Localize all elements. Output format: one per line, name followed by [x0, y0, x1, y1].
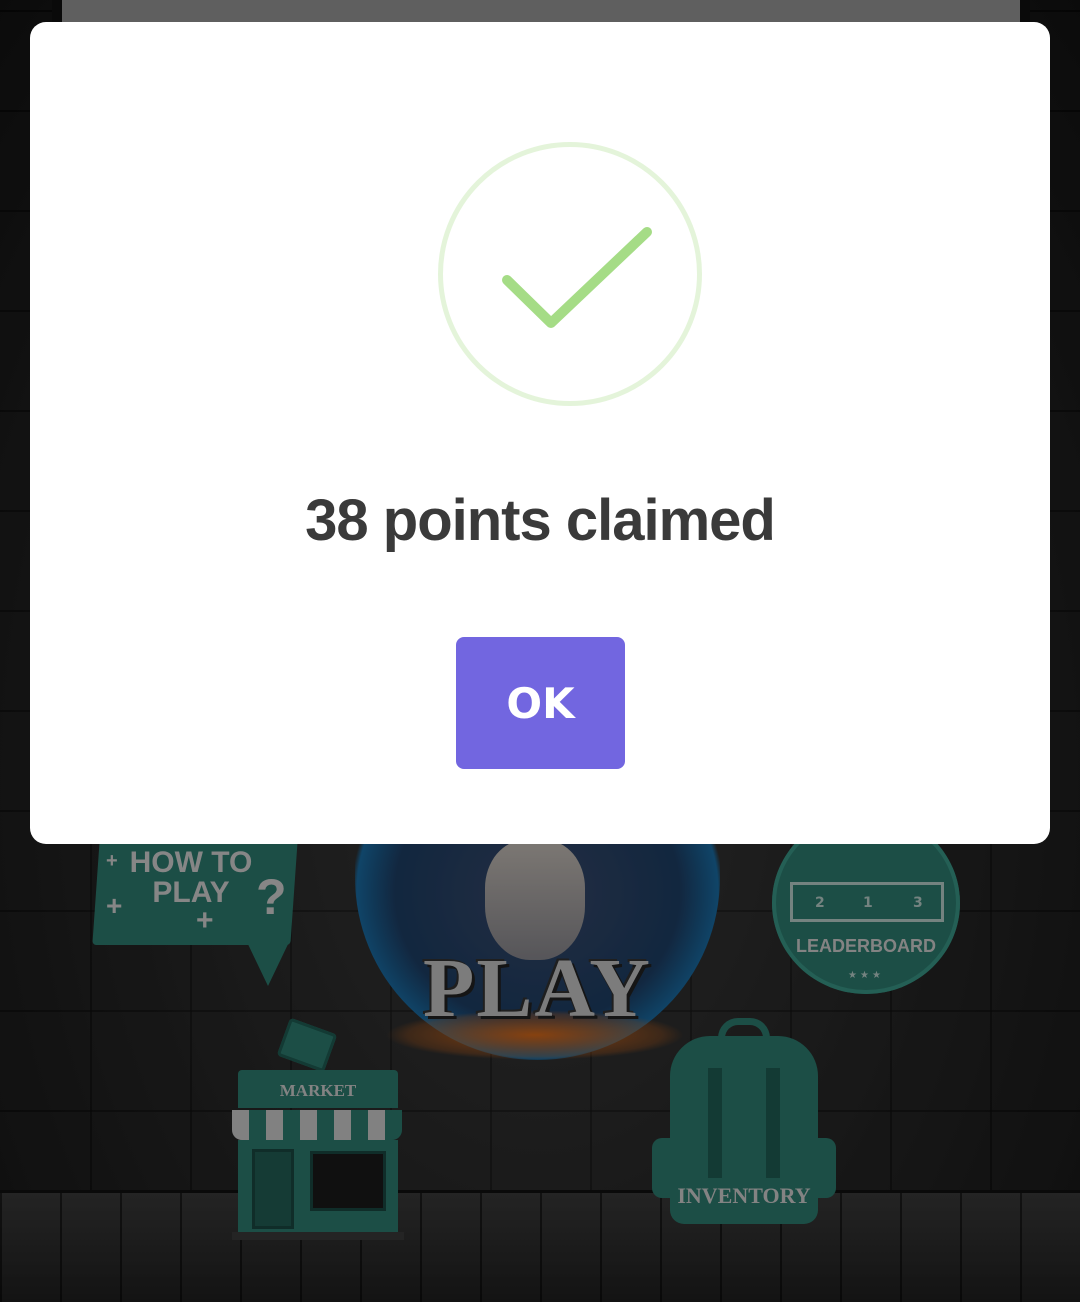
game-screen: + + + HOW TO PLAY ? PLAY 2 1 3 LEADERBOA…	[0, 0, 1080, 1302]
check-mark-icon	[502, 227, 652, 328]
success-check-icon	[438, 142, 702, 406]
ok-button[interactable]: OK	[456, 637, 625, 769]
dialog-message: 38 points claimed	[305, 488, 776, 553]
success-dialog: 38 points claimed OK	[30, 22, 1050, 844]
